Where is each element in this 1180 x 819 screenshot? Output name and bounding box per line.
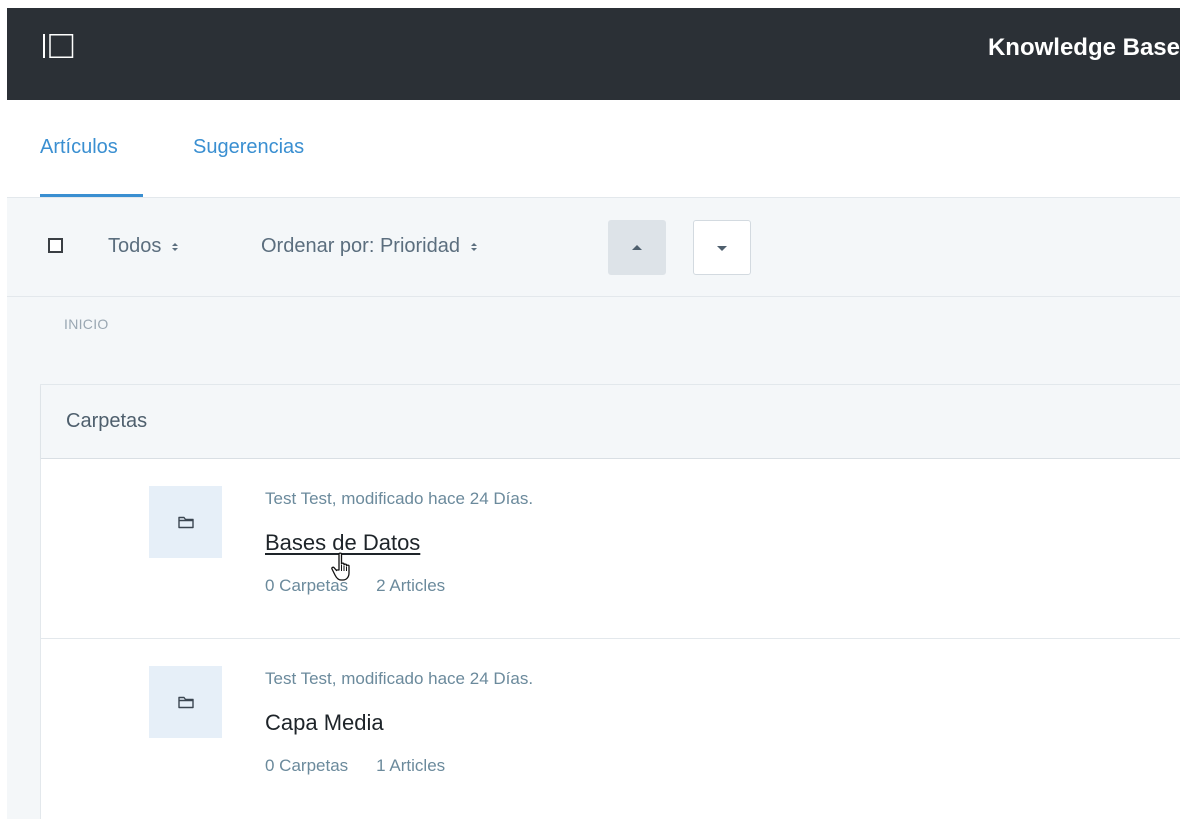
caret-up-icon bbox=[632, 245, 642, 250]
folder-counts: 0 Carpetas 1 Articles bbox=[265, 755, 445, 777]
folder-icon bbox=[178, 696, 194, 709]
sort-descending-button[interactable] bbox=[693, 220, 751, 275]
folders-count: 0 Carpetas bbox=[265, 576, 349, 595]
folder-meta: Test Test, modificado hace 24 Días. bbox=[265, 669, 534, 688]
folder-meta: Test Test, modificado hace 24 Días. bbox=[265, 489, 534, 508]
sort-ascending-button[interactable] bbox=[608, 220, 666, 275]
sort-by-select[interactable]: Ordenar por: Prioridad bbox=[261, 234, 478, 258]
folder-row[interactable]: Test Test, modificado hace 24 Días. Capa… bbox=[41, 639, 1180, 818]
folder-row[interactable]: Test Test, modificado hace 24 Días. Base… bbox=[41, 459, 1180, 639]
folder-icon-box bbox=[149, 666, 222, 738]
active-tab-indicator bbox=[40, 194, 143, 197]
filter-select-value: Todos bbox=[108, 235, 162, 257]
folder-icon-box bbox=[149, 486, 222, 558]
screen-edge-left bbox=[0, 0, 7, 819]
folder-counts: 0 Carpetas 2 Articles bbox=[265, 575, 445, 597]
folder-name-link[interactable]: Capa Media bbox=[265, 709, 384, 737]
panel-header: Carpetas bbox=[41, 385, 1180, 459]
breadcrumb[interactable]: INICIO bbox=[64, 316, 109, 332]
folder-icon bbox=[178, 516, 194, 529]
tabs-bar: Artículos Sugerencias bbox=[7, 100, 1180, 198]
sidebar-toggle-button[interactable] bbox=[43, 34, 83, 68]
caret-down-icon bbox=[717, 246, 727, 251]
select-arrows-icon bbox=[172, 242, 179, 251]
tab-sugerencias[interactable]: Sugerencias bbox=[193, 134, 304, 160]
filter-select[interactable]: Todos bbox=[108, 234, 179, 258]
select-all-checkbox[interactable] bbox=[48, 238, 63, 253]
app-title: Knowledge Base bbox=[987, 34, 1180, 61]
toolbar: Todos Ordenar por: Prioridad bbox=[7, 198, 1180, 297]
articles-count: 1 Articles bbox=[376, 756, 446, 775]
sidebar-toggle-icon bbox=[43, 34, 74, 58]
articles-count: 2 Articles bbox=[376, 576, 446, 595]
tab-articulos[interactable]: Artículos bbox=[40, 134, 118, 160]
folders-panel: Carpetas Test Test, modificado hace 24 D… bbox=[40, 384, 1180, 819]
screen-edge-top bbox=[0, 0, 1180, 8]
page: Knowledge Base Artículos Sugerencias Tod… bbox=[0, 0, 1180, 819]
sort-by-select-value: Ordenar por: Prioridad bbox=[261, 235, 460, 257]
folder-name-link[interactable]: Bases de Datos bbox=[265, 529, 420, 557]
panel-title: Carpetas bbox=[66, 410, 148, 432]
top-bar: Knowledge Base bbox=[7, 8, 1180, 100]
folders-count: 0 Carpetas bbox=[265, 756, 349, 775]
select-arrows-icon bbox=[470, 242, 477, 251]
